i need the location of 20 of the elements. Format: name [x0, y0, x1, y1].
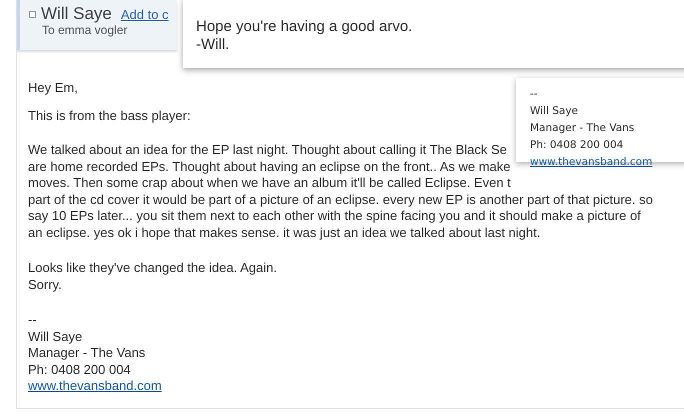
recipient-line: To emma vogler [41, 23, 128, 37]
preview-text: Hope you're having a good arvo. [196, 18, 412, 36]
signature-separator: -- [530, 87, 538, 102]
signature-phone: Ph: 0408 200 004 [530, 138, 624, 153]
intro-text: This is from the bass player: [28, 108, 191, 124]
signature-separator: -- [28, 312, 37, 328]
signature-name: Will Saye [530, 104, 578, 119]
preview-text: -Will. [196, 36, 230, 54]
website-link[interactable]: www.thevansband.com [530, 154, 652, 171]
website-link[interactable]: www.thevansband.com [28, 378, 162, 394]
closing-text: Looks like they've changed the idea. Again. Sorry. [28, 260, 277, 293]
sender-name: Will Saye [41, 4, 112, 24]
signature-role: Manager - The Vans [530, 121, 634, 136]
add-contact-link[interactable]: Add to c [120, 6, 169, 22]
greeting: Hey Em, [28, 80, 78, 96]
signature-role: Manager - The Vans [28, 345, 146, 362]
signature-phone: Ph: 0408 200 004 [28, 362, 131, 378]
email-paragraph: part of the cd cover it would be part of a picture of an eclipse. every new EP is another part of that picture. so say 10 EPs later... you sit them next to each other with the spine facing you and it should make a picture of an eclipse. yes ok i hope that makes sense. it was just an idea we talked about last night. [28, 192, 653, 241]
status-icon [29, 10, 36, 18]
signature-name: Will Saye [28, 328, 82, 345]
